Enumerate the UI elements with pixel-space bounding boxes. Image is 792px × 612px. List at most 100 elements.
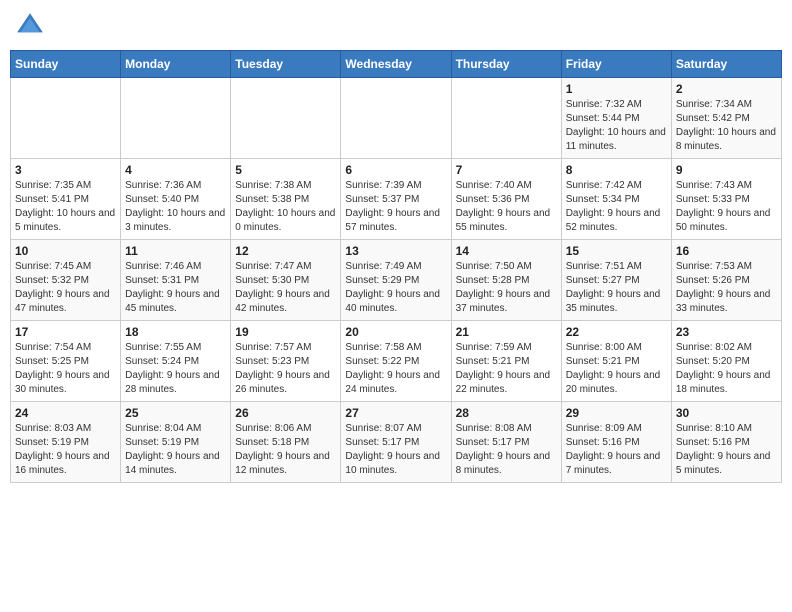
calendar-cell bbox=[231, 78, 341, 159]
day-number: 9 bbox=[676, 163, 777, 177]
day-info: Sunrise: 8:06 AM Sunset: 5:18 PM Dayligh… bbox=[235, 422, 336, 478]
calendar-week-row: 24 Sunrise: 8:03 AM Sunset: 5:19 PM Dayli… bbox=[11, 402, 782, 483]
calendar-cell: 12 Sunrise: 7:47 AM Sunset: 5:30 PM Dayli… bbox=[231, 240, 341, 321]
weekday-header: Tuesday bbox=[231, 51, 341, 78]
day-number: 21 bbox=[456, 325, 557, 339]
day-number: 12 bbox=[235, 244, 336, 258]
day-number: 28 bbox=[456, 406, 557, 420]
calendar-cell: 5 Sunrise: 7:38 AM Sunset: 5:38 PM Daylig… bbox=[231, 159, 341, 240]
calendar-cell: 7 Sunrise: 7:40 AM Sunset: 5:36 PM Daylig… bbox=[451, 159, 561, 240]
day-info: Sunrise: 7:49 AM Sunset: 5:29 PM Dayligh… bbox=[345, 260, 446, 316]
day-number: 17 bbox=[15, 325, 116, 339]
calendar-cell bbox=[451, 78, 561, 159]
day-info: Sunrise: 7:34 AM Sunset: 5:42 PM Dayligh… bbox=[676, 98, 777, 154]
calendar-cell: 8Sunrise: 7:42 AM Sunset: 5:34 PM Daylig… bbox=[561, 159, 671, 240]
day-info: Sunrise: 7:54 AM Sunset: 5:25 PM Dayligh… bbox=[15, 341, 116, 397]
day-number: 27 bbox=[345, 406, 446, 420]
page-header bbox=[10, 10, 782, 42]
day-number: 19 bbox=[235, 325, 336, 339]
calendar-cell: 17 Sunrise: 7:54 AM Sunset: 5:25 PM Dayli… bbox=[11, 321, 121, 402]
day-info: Sunrise: 7:42 AM Sunset: 5:34 PM Dayligh… bbox=[566, 179, 667, 235]
day-number: 14 bbox=[456, 244, 557, 258]
calendar-cell: 15Sunrise: 7:51 AM Sunset: 5:27 PM Dayli… bbox=[561, 240, 671, 321]
calendar-cell: 20 Sunrise: 7:58 AM Sunset: 5:22 PM Dayli… bbox=[341, 321, 451, 402]
calendar-cell: 11 Sunrise: 7:46 AM Sunset: 5:31 PM Dayli… bbox=[121, 240, 231, 321]
day-number: 4 bbox=[125, 163, 226, 177]
calendar-cell: 25 Sunrise: 8:04 AM Sunset: 5:19 PM Dayli… bbox=[121, 402, 231, 483]
calendar-cell: 2Sunrise: 7:34 AM Sunset: 5:42 PM Daylig… bbox=[671, 78, 781, 159]
day-number: 3 bbox=[15, 163, 116, 177]
weekday-header: Friday bbox=[561, 51, 671, 78]
calendar-cell: 3 Sunrise: 7:35 AM Sunset: 5:41 PM Daylig… bbox=[11, 159, 121, 240]
day-number: 22 bbox=[566, 325, 667, 339]
calendar-header-row: SundayMondayTuesdayWednesdayThursdayFrid… bbox=[11, 51, 782, 78]
day-info: Sunrise: 7:57 AM Sunset: 5:23 PM Dayligh… bbox=[235, 341, 336, 397]
weekday-header: Monday bbox=[121, 51, 231, 78]
calendar-week-row: 17 Sunrise: 7:54 AM Sunset: 5:25 PM Dayli… bbox=[11, 321, 782, 402]
day-number: 10 bbox=[15, 244, 116, 258]
calendar-cell: 29 Sunrise: 8:09 AM Sunset: 5:16 PM Dayli… bbox=[561, 402, 671, 483]
calendar-cell: 1 Sunrise: 7:32 AM Sunset: 5:44 PM Daylig… bbox=[561, 78, 671, 159]
day-info: Sunrise: 7:40 AM Sunset: 5:36 PM Dayligh… bbox=[456, 179, 557, 235]
calendar-cell: 24 Sunrise: 8:03 AM Sunset: 5:19 PM Dayli… bbox=[11, 402, 121, 483]
logo-icon bbox=[14, 10, 46, 42]
day-info: Sunrise: 7:58 AM Sunset: 5:22 PM Dayligh… bbox=[345, 341, 446, 397]
day-number: 18 bbox=[125, 325, 226, 339]
day-info: Sunrise: 7:43 AM Sunset: 5:33 PM Dayligh… bbox=[676, 179, 777, 235]
day-info: Sunrise: 8:03 AM Sunset: 5:19 PM Dayligh… bbox=[15, 422, 116, 478]
day-info: Sunrise: 7:35 AM Sunset: 5:41 PM Dayligh… bbox=[15, 179, 116, 235]
day-number: 7 bbox=[456, 163, 557, 177]
calendar-table: SundayMondayTuesdayWednesdayThursdayFrid… bbox=[10, 50, 782, 483]
day-info: Sunrise: 7:39 AM Sunset: 5:37 PM Dayligh… bbox=[345, 179, 446, 235]
day-number: 29 bbox=[566, 406, 667, 420]
calendar-cell: 27 Sunrise: 8:07 AM Sunset: 5:17 PM Dayli… bbox=[341, 402, 451, 483]
day-info: Sunrise: 8:04 AM Sunset: 5:19 PM Dayligh… bbox=[125, 422, 226, 478]
day-number: 24 bbox=[15, 406, 116, 420]
weekday-header: Sunday bbox=[11, 51, 121, 78]
day-info: Sunrise: 7:32 AM Sunset: 5:44 PM Dayligh… bbox=[566, 98, 667, 154]
calendar-cell: 26 Sunrise: 8:06 AM Sunset: 5:18 PM Dayli… bbox=[231, 402, 341, 483]
day-number: 6 bbox=[345, 163, 446, 177]
day-number: 15 bbox=[566, 244, 667, 258]
day-info: Sunrise: 7:46 AM Sunset: 5:31 PM Dayligh… bbox=[125, 260, 226, 316]
day-info: Sunrise: 8:07 AM Sunset: 5:17 PM Dayligh… bbox=[345, 422, 446, 478]
day-info: Sunrise: 7:38 AM Sunset: 5:38 PM Dayligh… bbox=[235, 179, 336, 235]
day-info: Sunrise: 8:09 AM Sunset: 5:16 PM Dayligh… bbox=[566, 422, 667, 478]
day-info: Sunrise: 8:10 AM Sunset: 5:16 PM Dayligh… bbox=[676, 422, 777, 478]
weekday-header: Thursday bbox=[451, 51, 561, 78]
day-info: Sunrise: 7:55 AM Sunset: 5:24 PM Dayligh… bbox=[125, 341, 226, 397]
day-number: 25 bbox=[125, 406, 226, 420]
calendar-cell: 21 Sunrise: 7:59 AM Sunset: 5:21 PM Dayli… bbox=[451, 321, 561, 402]
day-number: 30 bbox=[676, 406, 777, 420]
calendar-cell: 4Sunrise: 7:36 AM Sunset: 5:40 PM Daylig… bbox=[121, 159, 231, 240]
weekday-header: Saturday bbox=[671, 51, 781, 78]
day-number: 5 bbox=[235, 163, 336, 177]
calendar-week-row: 1 Sunrise: 7:32 AM Sunset: 5:44 PM Daylig… bbox=[11, 78, 782, 159]
day-number: 1 bbox=[566, 82, 667, 96]
day-number: 20 bbox=[345, 325, 446, 339]
calendar-cell: 19 Sunrise: 7:57 AM Sunset: 5:23 PM Dayli… bbox=[231, 321, 341, 402]
day-info: Sunrise: 7:53 AM Sunset: 5:26 PM Dayligh… bbox=[676, 260, 777, 316]
day-info: Sunrise: 8:00 AM Sunset: 5:21 PM Dayligh… bbox=[566, 341, 667, 397]
day-info: Sunrise: 8:02 AM Sunset: 5:20 PM Dayligh… bbox=[676, 341, 777, 397]
day-info: Sunrise: 7:45 AM Sunset: 5:32 PM Dayligh… bbox=[15, 260, 116, 316]
calendar-cell: 22 Sunrise: 8:00 AM Sunset: 5:21 PM Dayli… bbox=[561, 321, 671, 402]
day-info: Sunrise: 7:47 AM Sunset: 5:30 PM Dayligh… bbox=[235, 260, 336, 316]
logo bbox=[14, 10, 50, 42]
calendar-cell: 23 Sunrise: 8:02 AM Sunset: 5:20 PM Dayli… bbox=[671, 321, 781, 402]
calendar-cell bbox=[341, 78, 451, 159]
day-number: 16 bbox=[676, 244, 777, 258]
calendar-cell: 14 Sunrise: 7:50 AM Sunset: 5:28 PM Dayli… bbox=[451, 240, 561, 321]
day-number: 11 bbox=[125, 244, 226, 258]
day-number: 23 bbox=[676, 325, 777, 339]
calendar-cell: 16 Sunrise: 7:53 AM Sunset: 5:26 PM Dayli… bbox=[671, 240, 781, 321]
calendar-cell: 6 Sunrise: 7:39 AM Sunset: 5:37 PM Daylig… bbox=[341, 159, 451, 240]
calendar-cell: 30 Sunrise: 8:10 AM Sunset: 5:16 PM Dayli… bbox=[671, 402, 781, 483]
calendar-cell: 13 Sunrise: 7:49 AM Sunset: 5:29 PM Dayli… bbox=[341, 240, 451, 321]
day-number: 13 bbox=[345, 244, 446, 258]
calendar-cell: 10 Sunrise: 7:45 AM Sunset: 5:32 PM Dayli… bbox=[11, 240, 121, 321]
day-number: 26 bbox=[235, 406, 336, 420]
day-info: Sunrise: 7:59 AM Sunset: 5:21 PM Dayligh… bbox=[456, 341, 557, 397]
calendar-cell: 28Sunrise: 8:08 AM Sunset: 5:17 PM Dayli… bbox=[451, 402, 561, 483]
day-info: Sunrise: 7:50 AM Sunset: 5:28 PM Dayligh… bbox=[456, 260, 557, 316]
